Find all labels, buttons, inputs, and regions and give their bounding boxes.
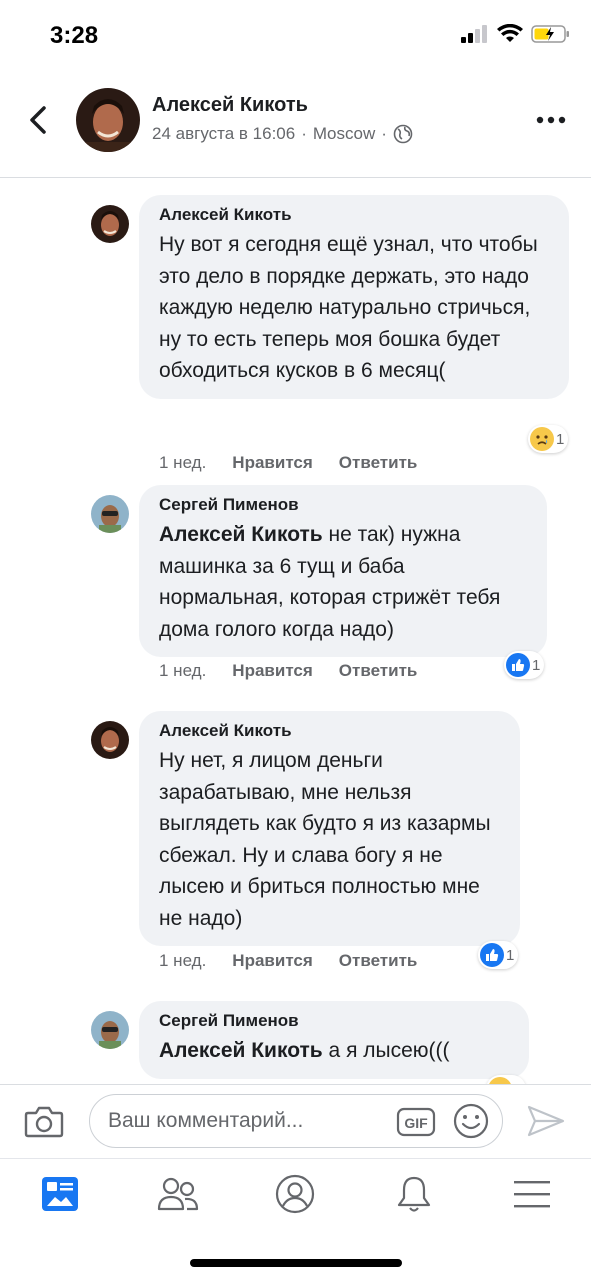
comment-author[interactable]: Алексей Кикоть <box>159 205 549 225</box>
comment-body: а я лысею((( <box>322 1039 450 1062</box>
reaction-badge[interactable]: 1 <box>486 1075 527 1084</box>
tab-notifications[interactable] <box>391 1171 437 1217</box>
home-indicator[interactable] <box>190 1259 402 1267</box>
commenter-avatar[interactable] <box>91 1011 129 1049</box>
bottom-tab-bar <box>0 1158 591 1280</box>
smiley-icon <box>453 1103 489 1139</box>
gif-button[interactable]: GIF <box>396 1106 436 1138</box>
post-header: Алексей Кикоть 24 августа в 16:06 · Mosc… <box>0 72 591 178</box>
camera-icon <box>24 1106 64 1138</box>
comment-input[interactable] <box>108 1105 378 1137</box>
reply-button[interactable]: Ответить <box>339 661 418 681</box>
comment-actions: 1 нед. Нравится Ответить <box>159 951 417 971</box>
send-icon <box>527 1105 565 1137</box>
gif-icon: GIF <box>396 1107 436 1137</box>
commenter-avatar[interactable] <box>91 495 129 533</box>
tab-friends[interactable] <box>155 1171 201 1217</box>
comment-mention[interactable]: Алексей Кикоть <box>159 523 323 546</box>
comment-author[interactable]: Сергей Пименов <box>159 495 527 515</box>
comment-text: Ну вот я сегодня ещё узнал, что чтобы эт… <box>159 229 549 387</box>
more-options-button[interactable] <box>533 108 569 132</box>
profile-icon <box>275 1174 315 1214</box>
emoji-icon <box>488 1077 512 1084</box>
tab-menu[interactable] <box>509 1171 555 1217</box>
like-button[interactable]: Нравится <box>232 453 313 473</box>
emoji-button[interactable] <box>452 1102 490 1140</box>
reaction-count: 1 <box>556 430 565 448</box>
comment-bubble[interactable]: Алексей Кикоть Ну вот я сегодня ещё узна… <box>139 195 569 399</box>
comment-body: Ну нет, я лицом деньги зарабатываю, мне … <box>159 749 491 930</box>
bell-icon <box>397 1176 431 1212</box>
reaction-count: 1 <box>532 656 541 674</box>
chevron-left-icon <box>30 106 46 134</box>
status-time: 3:28 <box>50 22 99 49</box>
reaction-badge[interactable]: 1 <box>528 425 569 453</box>
like-button[interactable]: Нравится <box>232 951 313 971</box>
comment-author[interactable]: Алексей Кикоть <box>159 721 500 741</box>
meta-separator: · <box>301 124 307 143</box>
wifi-icon <box>497 24 523 42</box>
post-meta: 24 августа в 16:06 · Moscow · <box>152 124 413 144</box>
like-icon <box>506 653 530 677</box>
more-dots-icon <box>536 116 566 124</box>
comments-feed[interactable]: Алексей Кикоть Ну вот я сегодня ещё узна… <box>0 179 591 1084</box>
hamburger-menu-icon <box>514 1181 550 1208</box>
reaction-badge[interactable]: 1 <box>504 651 545 679</box>
comment-time[interactable]: 1 нед. <box>159 661 206 681</box>
tab-profile[interactable] <box>272 1171 318 1217</box>
comment-author[interactable]: Сергей Пименов <box>159 1011 509 1031</box>
battery-icon <box>531 25 569 43</box>
globe-icon <box>393 124 413 144</box>
comment-text: Ну нет, я лицом деньги зарабатываю, мне … <box>159 745 500 934</box>
comment-body: Ну вот я сегодня ещё узнал, что чтобы эт… <box>159 233 538 382</box>
comment-actions: 1 нед. Нравится Ответить <box>159 661 417 681</box>
back-button[interactable] <box>22 100 54 140</box>
comment-mention[interactable]: Алексей Кикоть <box>159 1039 323 1062</box>
status-icons <box>461 24 571 44</box>
comment-bubble[interactable]: Алексей Кикоть Ну нет, я лицом деньги за… <box>139 711 520 946</box>
commenter-avatar[interactable] <box>91 721 129 759</box>
comment-bubble[interactable]: Сергей Пименов Алексей Кикоть не так) ну… <box>139 485 547 657</box>
author-avatar[interactable] <box>76 88 140 152</box>
like-button[interactable]: Нравится <box>232 661 313 681</box>
reaction-badge[interactable]: 1 <box>478 941 519 969</box>
reaction-count: 1 <box>506 946 515 964</box>
camera-button[interactable] <box>24 1103 64 1139</box>
tab-news-feed[interactable] <box>37 1171 83 1217</box>
comment-composer: GIF <box>0 1084 591 1158</box>
comment-time[interactable]: 1 нед. <box>159 951 206 971</box>
gif-label: GIF <box>404 1115 428 1131</box>
comment-actions: 1 нед. Нравится Ответить <box>159 453 417 473</box>
reply-button[interactable]: Ответить <box>339 951 418 971</box>
like-icon <box>480 943 504 967</box>
sad-emoji-icon <box>530 427 554 451</box>
comment-bubble[interactable]: Сергей Пименов Алексей Кикоть а я лысею(… <box>139 1001 529 1079</box>
post-date[interactable]: 24 августа в 16:06 <box>152 124 295 144</box>
comment-time[interactable]: 1 нед. <box>159 453 206 473</box>
comment-text: Алексей Кикоть а я лысею((( <box>159 1035 509 1067</box>
meta-separator: · <box>381 124 387 143</box>
reply-button[interactable]: Ответить <box>339 453 418 473</box>
commenter-avatar[interactable] <box>91 205 129 243</box>
post-author-name[interactable]: Алексей Кикоть <box>152 94 308 117</box>
signal-icon <box>461 25 487 43</box>
send-button[interactable] <box>526 1103 566 1139</box>
comment-input-wrapper[interactable]: GIF <box>89 1094 503 1148</box>
post-location[interactable]: Moscow <box>313 124 375 144</box>
news-feed-icon <box>42 1177 78 1211</box>
friends-icon <box>157 1177 199 1211</box>
status-bar: 3:28 <box>0 0 591 72</box>
comment-text: Алексей Кикоть не так) нужна машинка за … <box>159 519 527 645</box>
